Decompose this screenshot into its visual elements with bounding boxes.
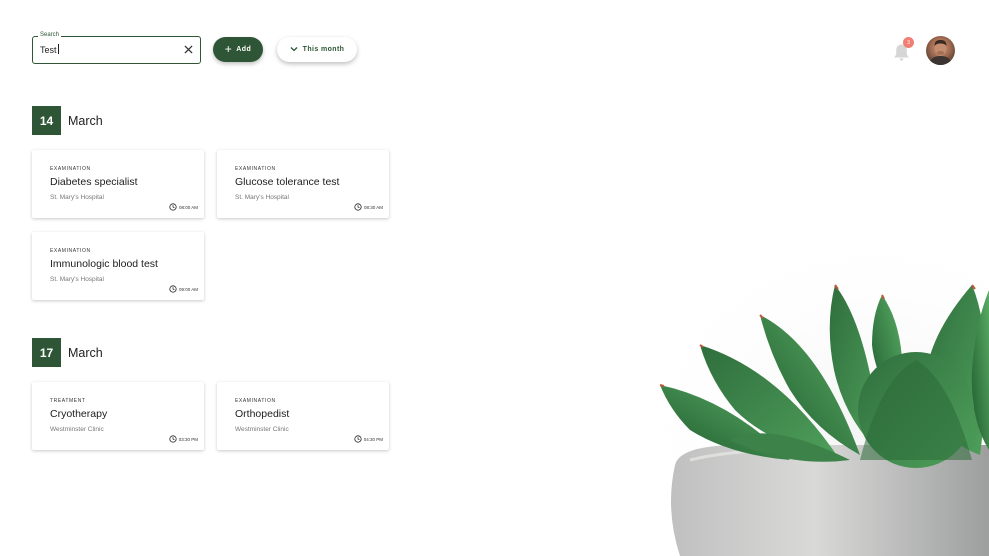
- clock-icon: [169, 203, 177, 212]
- appointment-title: Cryotherapy: [50, 408, 108, 420]
- appointment-time: 08:00 AM: [178, 205, 198, 210]
- appointment-place: St. Mary's Hospital: [50, 276, 104, 283]
- day-number: 17: [32, 338, 61, 367]
- appointment-title: Glucose tolerance test: [235, 176, 340, 188]
- appointment-time: 04:30 PM: [363, 437, 383, 442]
- appointment-time: 09:00 AM: [178, 287, 198, 292]
- appointment-time: 03:30 PM: [178, 437, 198, 442]
- appointment-title: Immunologic blood test: [50, 258, 158, 270]
- day-header: 14 March: [32, 106, 103, 135]
- day-header: 17 March: [32, 338, 103, 367]
- clock-icon: [169, 435, 177, 444]
- appointment-category: EXAMINATION: [235, 166, 276, 172]
- clock-icon: [354, 203, 362, 212]
- search-input[interactable]: Search Test: [32, 31, 201, 64]
- appointment-card[interactable]: EXAMINATION Glucose tolerance test St. M…: [217, 150, 389, 218]
- appointments-page: Search Test + Add This month 3 14 March …: [0, 0, 989, 556]
- day-month: March: [68, 113, 103, 128]
- avatar[interactable]: [926, 36, 955, 65]
- appointment-category: TREATMENT: [50, 398, 86, 404]
- close-icon[interactable]: [181, 42, 195, 56]
- appointment-title: Diabetes specialist: [50, 176, 138, 188]
- clock-icon: [169, 285, 177, 294]
- appointment-card[interactable]: TREATMENT Cryotherapy Westminster Clinic…: [32, 382, 204, 450]
- succulent-plant-image: [620, 250, 989, 556]
- appointment-category: EXAMINATION: [50, 166, 91, 172]
- date-filter-label: This month: [302, 46, 345, 53]
- appointment-place: Westminster Clinic: [50, 426, 104, 433]
- appointment-card[interactable]: EXAMINATION Immunologic blood test St. M…: [32, 232, 204, 300]
- add-button[interactable]: + Add: [213, 37, 263, 62]
- search-label: Search: [38, 31, 62, 40]
- appointment-title: Orthopedist: [235, 408, 290, 420]
- add-button-label: Add: [236, 46, 252, 53]
- day-month: March: [68, 345, 103, 360]
- appointment-category: EXAMINATION: [50, 248, 91, 254]
- appointment-place: St. Mary's Hospital: [235, 194, 289, 201]
- day-number: 14: [32, 106, 61, 135]
- appointment-category: EXAMINATION: [235, 398, 276, 404]
- appointment-time: 08:30 AM: [363, 205, 383, 210]
- chevron-down-icon: [290, 46, 298, 54]
- appointment-place: St. Mary's Hospital: [50, 194, 104, 201]
- clock-icon: [354, 435, 362, 444]
- appointment-card[interactable]: EXAMINATION Diabetes specialist St. Mary…: [32, 150, 204, 218]
- appointment-card[interactable]: EXAMINATION Orthopedist Westminster Clin…: [217, 382, 389, 450]
- date-filter-button[interactable]: This month: [277, 37, 357, 62]
- search-value: Test: [40, 45, 57, 55]
- appointment-place: Westminster Clinic: [235, 426, 289, 433]
- plus-icon: +: [224, 42, 233, 56]
- notification-badge: 3: [903, 37, 914, 48]
